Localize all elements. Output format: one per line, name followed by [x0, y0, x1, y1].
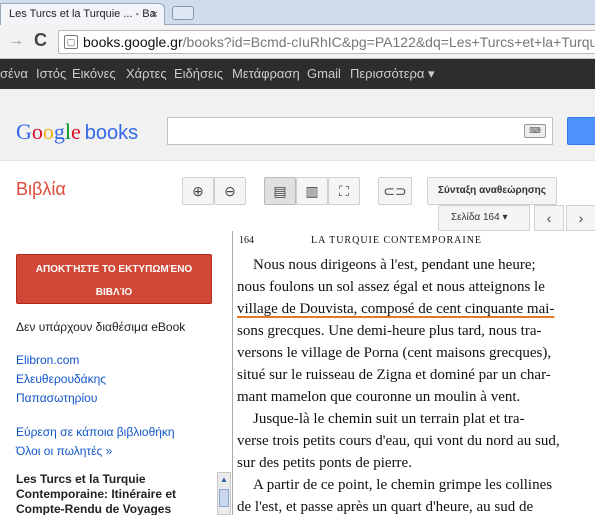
page-line-2: nous foulons un sol assez égal et nous a… [237, 279, 545, 295]
chevron-left-icon: ‹ [546, 210, 552, 226]
browser-tab-strip: Les Turcs et la Turquie ... - Ba × [0, 0, 595, 25]
gbar-item-news[interactable]: Ειδήσεις [174, 66, 223, 81]
page-select[interactable]: Σελίδα 164 ▾ [438, 205, 530, 231]
page-icon: ▢ [64, 35, 78, 49]
fullscreen-icon: ⛶ [339, 183, 349, 199]
section-title: Βιβλία [16, 179, 66, 199]
close-icon[interactable]: × [151, 4, 158, 24]
find-in-library-link[interactable]: Εύρεση σε κάποια βιβλιοθήκη [16, 425, 175, 439]
zoom-in-icon: ⊕ [192, 183, 204, 199]
buy-print-book-button[interactable]: ΑΠΟΚΤΉΣΤΕ ΤΟ ΕΚΤΥΠΩΜΈΝΟ ΒΙΒΛΊΟ [16, 254, 212, 304]
scroll-up-icon[interactable]: ▲ [219, 474, 229, 486]
zoom-out-button[interactable]: ⊖ [214, 177, 246, 205]
page-line-6: situé sur le ruisseau de Zigna et dominé… [237, 367, 551, 383]
link-icon: ⊂⊃ [383, 183, 407, 199]
zoom-out-icon: ⊖ [224, 183, 236, 199]
page-line-8: Jusque-là le chemin suit un terrain plat… [253, 411, 525, 427]
browser-tab[interactable]: Les Turcs et la Turquie ... - Ba × [0, 3, 165, 25]
url-path: /books?id=Bcmd-cIuRhIC&pg=PA122&dq=Les+T… [182, 34, 595, 50]
url-host: books.google.gr [83, 34, 183, 50]
page-line-10: sur des petits ponts de pierre. [237, 455, 412, 471]
google-books-logo[interactable]: Google books [16, 119, 138, 145]
page-line-1: Nous nous dirigeons à l'est, pendant une… [253, 257, 536, 273]
keyboard-icon[interactable]: ⌨ [524, 124, 546, 138]
gbar-item-more[interactable]: Περισσότερα ▾ [350, 66, 435, 82]
page-line-12: de l'est, et passe après un quart d'heur… [237, 499, 534, 515]
seller-link-elibron[interactable]: Elibron.com [16, 353, 79, 367]
books-header: Google books ⌨ [0, 89, 595, 161]
gbar-item-you[interactable]: σένα [0, 66, 28, 81]
gbar-item-images[interactable]: Εικόνες [72, 66, 116, 81]
search-input[interactable]: ⌨ [167, 117, 553, 145]
single-page-icon: ▤ [273, 183, 287, 199]
page-number: 164 [239, 235, 254, 246]
gbar-item-translate[interactable]: Μετάφραση [232, 66, 300, 81]
scroll-thumb[interactable] [219, 489, 229, 507]
page-line-7: mant mamelon que couronne un moulin à ve… [237, 389, 521, 405]
gbar-item-maps[interactable]: Χάρτες [126, 66, 167, 81]
page-line-3: village de Douvista, composé de cent cin… [237, 301, 555, 317]
browser-toolbar: → C ▢ books.google.gr/books?id=Bcmd-cIuRh… [0, 25, 595, 59]
book-page-viewer[interactable]: 164 LA TURQUIE CONTEMPORAINE Nous nous d… [232, 231, 595, 515]
new-tab-button[interactable] [172, 6, 194, 20]
running-title: LA TURQUIE CONTEMPORAINE [311, 235, 483, 246]
prev-page-button[interactable]: ‹ [534, 205, 564, 231]
address-bar[interactable]: ▢ books.google.gr/books?id=Bcmd-cIuRhIC&p… [58, 30, 595, 54]
book-title: Les Turcs et la Turquie Contemporaine: I… [16, 472, 177, 515]
all-sellers-link[interactable]: Όλοι οι πωλητές » [16, 444, 112, 458]
next-page-button[interactable]: › [566, 205, 595, 231]
page-line-11: A partir de ce point, le chemin grimpe l… [253, 477, 553, 493]
single-page-view-button[interactable]: ▤ [264, 177, 296, 205]
two-page-view-button[interactable]: ▥ [296, 177, 328, 205]
seller-link-eleftheroudakis[interactable]: Ελευθερουδάκης [16, 372, 106, 386]
two-page-icon: ▥ [305, 183, 319, 199]
chevron-right-icon: › [578, 210, 584, 226]
page-line-5: versons le village de Porna (cent maison… [237, 345, 552, 361]
no-ebook-text: Δεν υπάρχουν διαθέσιμα eBook [16, 320, 186, 334]
write-review-button[interactable]: Σύνταξη αναθεώρησης [427, 177, 557, 205]
reload-icon[interactable]: C [34, 30, 47, 51]
gbar-item-gmail[interactable]: Gmail [307, 66, 341, 81]
fullscreen-button[interactable]: ⛶ [328, 177, 360, 205]
tab-title: Les Turcs et la Turquie ... - Ba [9, 8, 156, 20]
gbar-item-web[interactable]: Ιστός [36, 66, 66, 81]
search-button[interactable] [567, 117, 595, 145]
forward-icon[interactable]: → [8, 32, 24, 50]
page-line-4: sons grecques. Une demi-heure plus tard,… [237, 323, 542, 339]
page-line-9: verse trois petits cours d'eau, qui vont… [237, 433, 560, 449]
buy-button-label-1: ΑΠΟΚΤΉΣΤΕ ΤΟ ΕΚΤΥΠΩΜΈΝΟ [35, 264, 193, 275]
viewer-scrollbar[interactable]: ▲ [217, 472, 231, 515]
seller-link-papasotiriou[interactable]: Παπασωτηρίου [16, 391, 97, 405]
link-button[interactable]: ⊂⊃ [378, 177, 412, 205]
google-bar: σένα Ιστός Εικόνες Χάρτες Ειδήσεις Μετάφ… [0, 59, 595, 89]
zoom-in-button[interactable]: ⊕ [182, 177, 214, 205]
buy-button-label-2: ΒΙΒΛΊΟ [95, 287, 133, 298]
